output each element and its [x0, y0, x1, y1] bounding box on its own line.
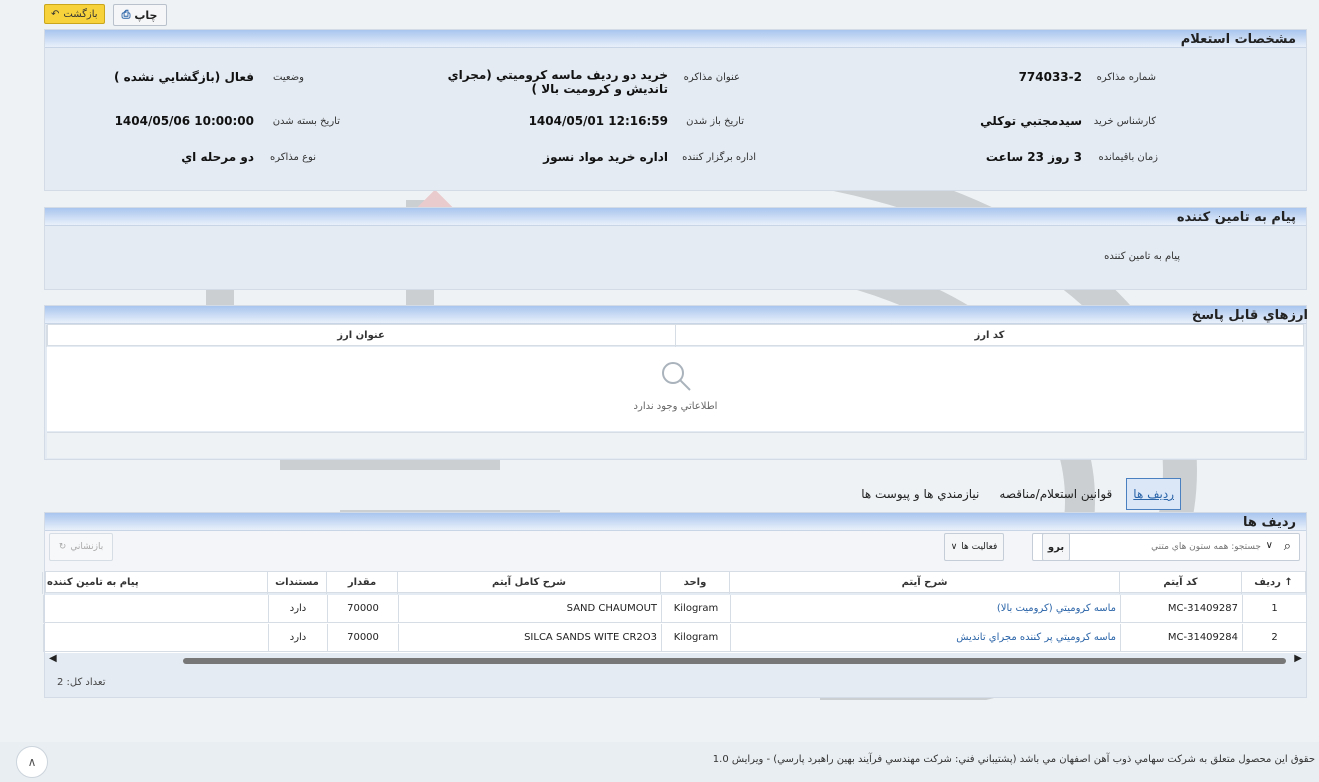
remaining-value: 3 روز 23 ساعت	[985, 150, 1082, 164]
buyer-value: سيدمجتبي توكلي	[980, 114, 1082, 128]
type-value: دو مرحله اي	[181, 150, 254, 164]
supplier-message[interactable]	[43, 624, 268, 652]
rows-panel: رديف ها ⌕ ∨ برو ∨ فعاليت ها ↻ بازنشاني ر…	[42, 512, 1307, 698]
full-desc: SILCA SANDS WITE CR2O3	[398, 624, 661, 652]
col-currency-code[interactable]: كد ارز	[675, 325, 1303, 347]
scroll-right-icon[interactable]: ▶	[1294, 653, 1302, 664]
reset-button[interactable]: ↻ بازنشاني	[49, 533, 113, 561]
row-no: 2	[1242, 624, 1306, 652]
supplier-message-panel: پيام به تامين كننده پيام به تامين كننده	[44, 207, 1307, 290]
row-no: 1	[1242, 595, 1306, 623]
reset-icon: ↻	[58, 542, 67, 552]
print-label: چاپ	[134, 8, 158, 22]
actions-label: فعاليت ها	[961, 542, 998, 552]
col-row-no-label: رديف	[1254, 577, 1281, 588]
status-value: فعال (بازگشايي نشده )	[113, 70, 254, 84]
inquiry-spec-panel: مشخصات استعلام شماره مذاکره 774033-2 عنو…	[44, 29, 1307, 191]
total-count: تعداد كل: 2	[57, 677, 106, 688]
reset-label: بازنشاني	[70, 542, 104, 552]
col-supplier-message[interactable]: پيام به تامين كننده	[42, 572, 267, 594]
buyer-label: كارشناس خريد	[1093, 116, 1156, 127]
type-label: نوع مذاکره	[270, 152, 316, 163]
panel-title: رديف ها	[1243, 515, 1296, 530]
col-item-code[interactable]: كد آيتم	[1119, 572, 1241, 594]
search-box[interactable]: ⌕ ∨	[1032, 533, 1300, 561]
panel-title: مشخصات استعلام	[1180, 32, 1296, 47]
supplier-message-label: پيام به تامين كننده	[1104, 251, 1180, 262]
panel-title: ارزهاي قابل پاسخ	[1191, 308, 1308, 323]
item-desc-link[interactable]: ماسه كروميتي پر كننده مجراي تانديش	[730, 624, 1120, 652]
col-row-no[interactable]: رديف ↑	[1241, 572, 1305, 594]
full-desc: SAND CHAUMOUT	[398, 595, 661, 623]
inquiry-title-label: عنوان مذاکره	[683, 72, 740, 83]
sort-asc-icon: ↑	[1284, 577, 1293, 588]
empty-text: اطلاعاتي وجود ندارد	[633, 401, 718, 412]
tab-requirements[interactable]: نيازمندي ها و پيوست ها	[855, 479, 985, 509]
col-docs[interactable]: مستندات	[267, 572, 326, 594]
docs[interactable]: دارد	[268, 595, 327, 623]
tab-rows[interactable]: رديف ها	[1126, 478, 1181, 510]
item-code: MC-31409284	[1120, 624, 1242, 652]
supplier-message[interactable]	[43, 595, 268, 623]
printer-icon: ⎙	[121, 8, 131, 21]
col-currency-title[interactable]: عنوان ارز	[46, 325, 675, 347]
chevron-up-icon: ∧	[27, 755, 37, 769]
close-date-value: 1404/05/06 10:00:00	[114, 114, 254, 128]
inquiry-title-value: خريد دو رديف ماسه كروميتي (مجراي تانديش …	[447, 68, 668, 96]
currencies-grid-header: كد ارز عنوان ارز	[46, 324, 1304, 347]
docs[interactable]: دارد	[268, 624, 327, 652]
search-empty-icon	[662, 362, 691, 391]
chevron-down-icon: ∨	[950, 542, 958, 552]
unit: Kilogram	[661, 595, 730, 623]
footer-text: حقوق اين محصول متعلق به شركت سهامي ذوب آ…	[712, 754, 1315, 765]
panel-header	[45, 306, 1306, 324]
open-date-label: تاريخ باز شدن	[686, 116, 744, 127]
panel-header	[45, 30, 1306, 48]
qty: 70000	[327, 595, 398, 623]
undo-icon: ↶	[51, 8, 60, 20]
chevron-down-icon[interactable]: ∨	[1266, 540, 1273, 551]
rows-toolbar: ⌕ ∨ برو ∨ فعاليت ها ↻ بازنشاني	[45, 531, 1306, 571]
inquiry-no-value: 774033-2	[1018, 70, 1082, 84]
unit: Kilogram	[661, 624, 730, 652]
col-item-desc[interactable]: شرح آيتم	[729, 572, 1119, 594]
scroll-left-icon[interactable]: ◀	[49, 653, 57, 664]
currencies-grid-footer	[47, 432, 1304, 458]
rows-grid-body: 1 MC-31409287 ماسه كروميتي (كروميت بالا)…	[43, 595, 1306, 653]
print-button[interactable]: ⎙ چاپ	[112, 4, 167, 26]
table-row[interactable]: 1 MC-31409287 ماسه كروميتي (كروميت بالا)…	[43, 595, 1306, 624]
tab-rules[interactable]: قوانين استعلام/مناقصه	[993, 479, 1118, 509]
qty: 70000	[327, 624, 398, 652]
item-code: MC-31409287	[1120, 595, 1242, 623]
back-button[interactable]: ↶ بازگشت	[44, 4, 105, 24]
go-button[interactable]: برو	[1042, 533, 1070, 561]
table-row[interactable]: 2 MC-31409284 ماسه كروميتي پر كننده مجرا…	[43, 624, 1306, 653]
organizer-label: اداره برگزار كننده	[682, 152, 756, 163]
col-full-desc[interactable]: شرح كامل آيتم	[397, 572, 660, 594]
panel-title: پيام به تامين كننده	[1176, 210, 1296, 225]
footer: حقوق اين محصول متعلق به شركت سهامي ذوب آ…	[0, 742, 1319, 782]
search-input[interactable]	[1041, 537, 1261, 557]
remaining-label: زمان باقيمانده	[1098, 152, 1158, 163]
item-desc-link[interactable]: ماسه كروميتي (كروميت بالا)	[730, 595, 1120, 623]
back-label: بازگشت	[63, 8, 98, 20]
col-unit[interactable]: واحد	[660, 572, 729, 594]
search-icon[interactable]: ⌕	[1284, 539, 1291, 554]
open-date-value: 1404/05/01 12:16:59	[528, 114, 668, 128]
close-date-label: تاريخ بسته شدن	[272, 116, 340, 127]
actions-menu-button[interactable]: ∨ فعاليت ها	[944, 533, 1004, 561]
panel-header	[45, 208, 1306, 226]
scrollbar-thumb[interactable]	[183, 658, 1286, 664]
currencies-panel: ارزهاي قابل پاسخ كد ارز عنوان ارز اطلاعا…	[44, 305, 1308, 460]
scroll-top-button[interactable]: ∧	[16, 746, 48, 778]
currencies-grid-body: اطلاعاتي وجود ندارد	[47, 347, 1304, 431]
organizer-value: اداره خريد مواد نسوز	[543, 150, 668, 164]
col-qty[interactable]: مقدار	[326, 572, 397, 594]
status-label: وضعيت	[273, 72, 304, 83]
horizontal-scrollbar[interactable]: ◀ ▶	[49, 653, 1302, 667]
tabs-bar: رديف ها قوانين استعلام/مناقصه نيازمندي ه…	[855, 478, 1181, 510]
inquiry-no-label: شماره مذاکره	[1096, 72, 1156, 83]
panel-header	[45, 513, 1306, 531]
rows-grid-header: رديف ↑ كد آيتم شرح آيتم واحد شرح كامل آي…	[42, 571, 1306, 594]
